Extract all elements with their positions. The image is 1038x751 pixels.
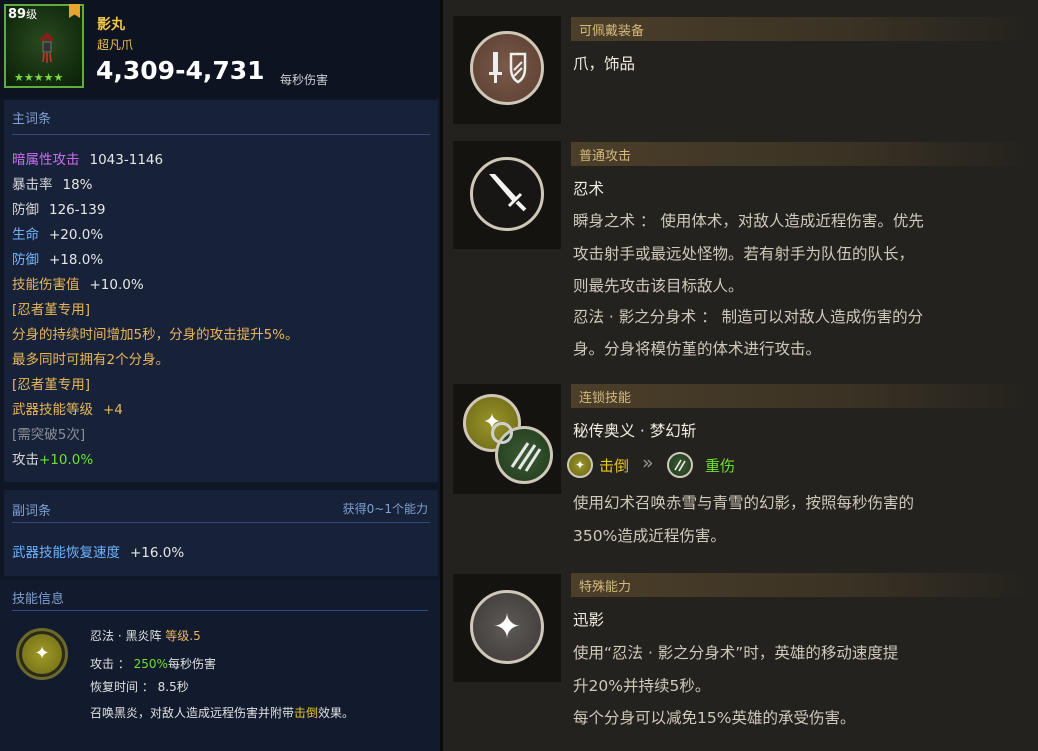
skill-attack-line: 攻击 ： 250%每秒伤害 — [90, 657, 216, 671]
sub-stats-title: 副词条 — [12, 504, 52, 519]
ninja-figure-icon — [40, 32, 54, 63]
special-ability-line: 升20%并持续5秒。 — [573, 677, 711, 695]
skill-info-title: 技能信息 — [12, 592, 65, 607]
bookmark-icon — [69, 4, 80, 18]
sparkle-icon: ✦ — [470, 590, 544, 664]
equip-icon-box — [453, 16, 561, 124]
normal-attack-line: 攻击射手或最远处怪物。若有射手为队伍的队长， — [573, 245, 915, 263]
stat-row: 武器技能等级 +4 — [12, 402, 123, 418]
grievous-wound-icon — [667, 452, 693, 478]
normal-attack-icon-box — [453, 141, 561, 249]
special-ability-icon-box: ✦ — [453, 574, 561, 682]
sword-shield-icon — [470, 31, 544, 105]
item-type: 超凡爪 — [97, 38, 134, 52]
black-flame-skill-icon[interactable]: ✦ — [16, 628, 68, 680]
normal-attack-title: 忍术 — [573, 180, 605, 198]
chain-link-icon — [491, 422, 513, 444]
chain-to-status: 重伤 — [705, 457, 736, 475]
ninja-exclusive-tag: [忍者堇专用] — [12, 377, 91, 393]
item-detail-panel: 89级 ★★★★★ 影丸 超凡爪 4,309-4,731 每秒伤害 主词条 暗属… — [0, 0, 440, 751]
chain-skill-title: 秘传奥义 · 梦幻斩 — [573, 422, 697, 440]
special-ability-category-bar: 特殊能力 — [571, 573, 1031, 597]
item-level: 89级 — [8, 7, 38, 22]
chain-skill-icon-box: ✦ — [453, 384, 561, 494]
star-rating: ★★★★★ — [14, 71, 64, 84]
sub-stats-note: 获得0~1个能力 — [342, 502, 428, 516]
equip-value: 爪，饰品 — [573, 55, 636, 73]
divider — [12, 610, 428, 611]
chain-skill-line: 使用幻术召唤赤雪与青雪的幻影，按照每秒伤害的 — [573, 494, 915, 512]
dps-label: 每秒伤害 — [280, 73, 329, 87]
dps-value: 4,309-4,731 — [96, 56, 265, 85]
main-stats-title: 主词条 — [12, 112, 52, 127]
item-header: 89级 ★★★★★ 影丸 超凡爪 4,309-4,731 每秒伤害 — [0, 0, 440, 98]
stat-row: 暴击率 18% — [12, 177, 93, 193]
ninja-effect-line: 最多同时可拥有2个分身。 — [12, 352, 170, 368]
skill-name-line: 忍法 · 黑炎阵 等级.5 — [90, 629, 201, 643]
special-ability-line: 每个分身可以减免15%英雄的承受伤害。 — [573, 709, 856, 727]
stat-row: 技能伤害值 +10.0% — [12, 277, 144, 293]
divider — [12, 134, 430, 135]
knockdown-icon: ✦ — [567, 452, 593, 478]
equip-category-bar: 可佩戴装备 — [571, 17, 1031, 41]
divider — [12, 522, 430, 523]
special-ability-title: 迅影 — [573, 611, 605, 629]
normal-attack-line: 则最先攻击该目标敌人。 — [573, 277, 744, 295]
stat-row: 武器技能恢复速度 +16.0% — [12, 545, 185, 561]
weapon-portrait[interactable]: 89级 ★★★★★ — [4, 4, 84, 88]
normal-attack-line: 忍法 · 影之分身术 ： 制造可以对敌人造成伤害的分 — [573, 308, 924, 326]
skill-info-section: 技能信息 ✦ 忍法 · 黑炎阵 等级.5 攻击 ： 250%每秒伤害 恢复时间 … — [0, 580, 440, 751]
skill-cooldown-line: 恢复时间 ： 8.5秒 — [90, 680, 189, 694]
stat-row: 攻击+10.0% — [12, 452, 94, 468]
chain-skill-category-bar: 连锁技能 — [571, 384, 1031, 408]
skill-description: 召唤黑炎，对敌人造成远程伤害并附带击倒效果。 — [90, 706, 355, 720]
normal-attack-line: 瞬身之术 ： 使用体术，对敌人造成近程伤害。优先 — [573, 212, 924, 230]
normal-attack-category-bar: 普通攻击 — [571, 142, 1031, 166]
chain-arrow: » — [642, 452, 654, 474]
stat-row: 暗属性攻击 1043-1146 — [12, 152, 164, 168]
chain-from-status: 击倒 — [599, 457, 630, 475]
sub-stats-section: 副词条 获得0~1个能力 武器技能恢复速度 +16.0% — [4, 490, 438, 576]
ninja-exclusive-tag: [忍者堇专用] — [12, 302, 91, 318]
normal-attack-line: 身。分身将模仿堇的体术进行攻击。 — [573, 340, 822, 358]
main-stats-section: 主词条 暗属性攻击 1043-1146 暴击率 18% 防御 126-139 生命 +2… — [4, 100, 438, 482]
ninja-effect-line: 分身的持续时间增加5秒，分身的攻击提升5%。 — [12, 327, 299, 343]
special-ability-line: 使用“忍法 · 影之分身术”时，英雄的移动速度提 — [573, 644, 899, 662]
stat-row: 生命 +20.0% — [12, 227, 104, 243]
stat-row: 防御 +18.0% — [12, 252, 104, 268]
item-name: 影丸 — [97, 17, 125, 33]
stat-row: 防御 126-139 — [12, 202, 106, 218]
hero-abilities-panel: 可佩戴装备 爪，饰品 普通攻击 忍术 瞬身之术 ： 使用体术，对敌人造成近程伤害… — [443, 0, 1038, 751]
breakthrough-requirement: [需突破5次] — [12, 427, 86, 443]
chain-skill-line: 350%造成近程伤害。 — [573, 527, 726, 545]
sparkle-icon: ✦ — [22, 634, 62, 674]
dagger-icon — [470, 157, 544, 231]
